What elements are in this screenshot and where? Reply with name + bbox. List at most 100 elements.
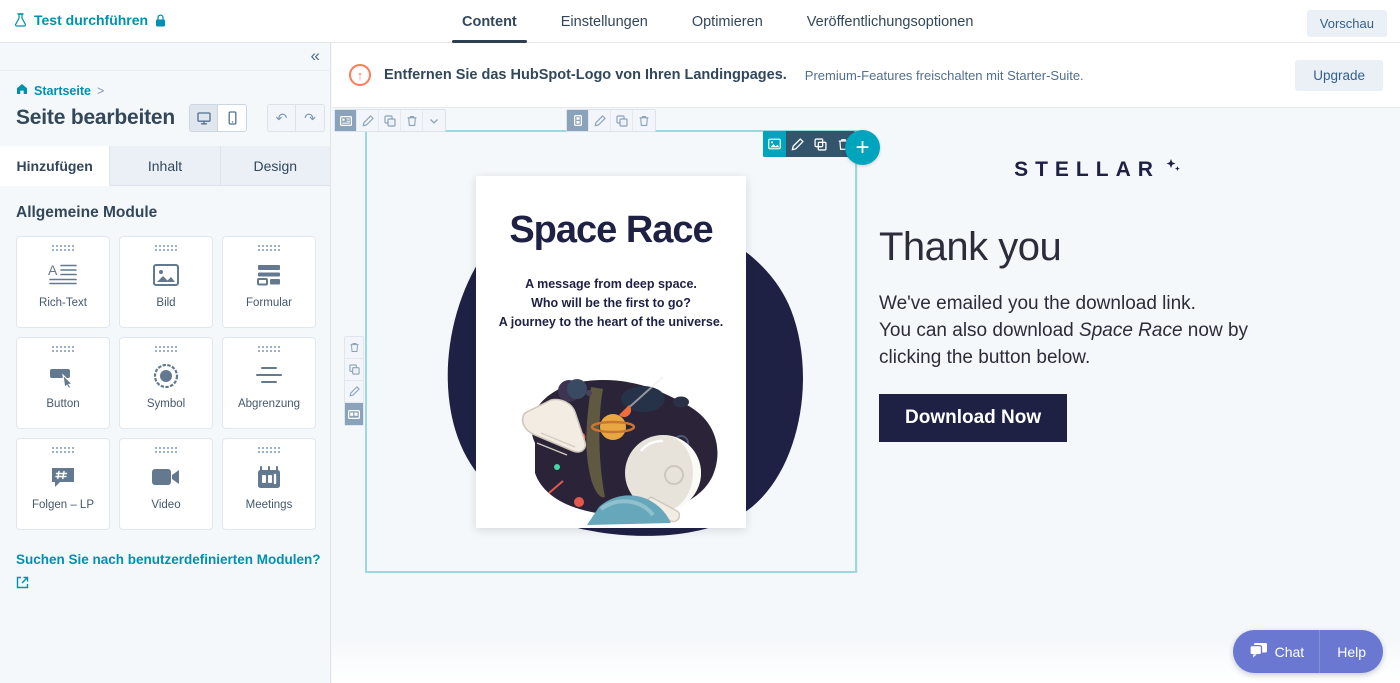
- module-vertical-toolbar: [344, 336, 364, 426]
- page-title-row: Seite bearbeiten ↶ ↷: [0, 98, 330, 132]
- run-test-link[interactable]: Test durchführen: [14, 12, 166, 28]
- drag-handle-icon[interactable]: [258, 346, 280, 352]
- module-label: Video: [151, 499, 181, 511]
- download-now-button[interactable]: Download Now: [879, 393, 1068, 442]
- module-card-bild[interactable]: Bild: [119, 236, 213, 328]
- sidebar-tabs: Hinzufügen Inhalt Design: [0, 146, 330, 186]
- module-label: Formular: [245, 297, 292, 309]
- lock-icon: [155, 13, 166, 27]
- add-module-button[interactable]: +: [845, 130, 880, 165]
- video-icon: [151, 460, 181, 494]
- symbol-icon: [153, 359, 179, 393]
- module-label: Folgen – LP: [31, 499, 94, 511]
- upgrade-button[interactable]: Upgrade: [1295, 60, 1383, 91]
- flask-icon: [14, 13, 27, 27]
- trash-icon[interactable]: [401, 110, 423, 131]
- breadcrumb: Startseite >: [0, 71, 330, 98]
- copy-icon[interactable]: [809, 131, 832, 157]
- section-title-allgemeine-module: Allgemeine Module: [16, 204, 158, 221]
- body-line-2-italic: Space Race: [1079, 319, 1183, 341]
- module-label: Meetings: [245, 499, 293, 511]
- drag-handle-icon[interactable]: [52, 447, 74, 453]
- trash-icon[interactable]: [345, 337, 363, 359]
- edit-pencil-icon[interactable]: [786, 131, 809, 157]
- poster-tagline-1: A message from deep space.: [525, 276, 697, 291]
- drag-handle-icon[interactable]: [52, 245, 74, 251]
- breadcrumb-home-link[interactable]: Startseite: [34, 84, 91, 98]
- redo-icon[interactable]: ↷: [296, 105, 325, 131]
- row-toolbar: [334, 109, 446, 132]
- copy-icon[interactable]: [611, 110, 633, 131]
- custom-modules-link[interactable]: Suchen Sie nach benutzerdefinierten Modu…: [16, 550, 330, 596]
- sidebar-body: Allgemeine Module A Rich-Text Bild Formu…: [0, 186, 330, 530]
- svg-text:A: A: [48, 262, 58, 278]
- drag-handle-icon[interactable]: [155, 447, 177, 453]
- main-area: ↑ Entfernen Sie das HubSpot-Logo von Ihr…: [332, 43, 1400, 683]
- copy-icon[interactable]: [379, 110, 401, 131]
- follow-icon: [50, 460, 76, 494]
- main-tabs: Content Einstellungen Optimieren Veröffe…: [440, 0, 995, 43]
- module-card-video[interactable]: Video: [119, 438, 213, 530]
- module-card-rich-text[interactable]: A Rich-Text: [16, 236, 110, 328]
- help-label: Help: [1337, 643, 1366, 660]
- tab-content[interactable]: Content: [440, 0, 539, 43]
- module-card-abgrenzung[interactable]: Abgrenzung: [222, 337, 316, 429]
- module-card-folgen-lp[interactable]: Folgen – LP: [16, 438, 110, 530]
- tab-optimieren[interactable]: Optimieren: [670, 0, 785, 43]
- drag-handle-icon[interactable]: [258, 447, 280, 453]
- undo-icon[interactable]: ↶: [268, 105, 297, 131]
- trash-icon[interactable]: [633, 110, 655, 131]
- image-module-icon[interactable]: [763, 131, 786, 157]
- edit-pencil-icon[interactable]: [357, 110, 379, 131]
- run-test-label: Test durchführen: [34, 12, 149, 28]
- space-illustration: [491, 347, 731, 532]
- thank-you-body: We've emailed you the download link. You…: [879, 291, 1309, 372]
- desktop-icon[interactable]: [190, 105, 219, 131]
- thank-you-column[interactable]: STELLAR Thank you We've emailed you the …: [857, 130, 1367, 573]
- sidebar-tab-hinzufuegen[interactable]: Hinzufügen: [0, 146, 111, 186]
- drag-handle-icon[interactable]: [155, 346, 177, 352]
- drag-handle-icon[interactable]: [258, 245, 280, 251]
- image-icon: [153, 258, 179, 292]
- help-button[interactable]: Help: [1319, 630, 1383, 673]
- chat-button[interactable]: Chat: [1233, 630, 1320, 673]
- custom-modules-label: Suchen Sie nach benutzerdefinierten Modu…: [16, 552, 321, 567]
- poster-tagline-2: Who will be the first to go?: [531, 295, 691, 310]
- module-card-formular[interactable]: Formular: [222, 236, 316, 328]
- page-row: Space Race A message from deep space. Wh…: [365, 130, 1367, 573]
- divider-icon: [255, 359, 283, 393]
- module-card-button[interactable]: Button: [16, 337, 110, 429]
- tab-einstellungen[interactable]: Einstellungen: [539, 0, 670, 43]
- columns-icon[interactable]: [345, 403, 363, 425]
- hubspot-page-editor: Test durchführen Content Einstellungen O…: [0, 0, 1400, 683]
- module-label: Symbol: [146, 398, 186, 410]
- module-label: Bild: [156, 297, 176, 309]
- edit-pencil-icon[interactable]: [589, 110, 611, 131]
- sparkle-icon: [1162, 158, 1182, 183]
- upgrade-banner: ↑ Entfernen Sie das HubSpot-Logo von Ihr…: [332, 43, 1400, 108]
- sidebar-collapse-row: «: [0, 43, 330, 71]
- preview-button[interactable]: Vorschau: [1306, 10, 1387, 37]
- module-card-meetings[interactable]: Meetings: [222, 438, 316, 530]
- image-module-column[interactable]: Space Race A message from deep space. Wh…: [365, 130, 857, 573]
- row-layout-icon[interactable]: [335, 110, 357, 131]
- top-bar: Test durchführen Content Einstellungen O…: [0, 0, 1400, 43]
- edit-pencil-icon[interactable]: [345, 381, 363, 403]
- column-layout-icon[interactable]: [567, 110, 589, 131]
- drag-handle-icon[interactable]: [52, 346, 74, 352]
- external-link-icon[interactable]: [16, 575, 330, 595]
- tab-veroeffentlichungsoptionen[interactable]: Veröffentlichungsoptionen: [785, 0, 996, 43]
- body-line-1: We've emailed you the download link.: [879, 293, 1196, 314]
- module-card-symbol[interactable]: Symbol: [119, 337, 213, 429]
- copy-icon[interactable]: [345, 359, 363, 381]
- module-label: Button: [46, 398, 80, 410]
- chevron-double-left-icon[interactable]: «: [311, 47, 320, 64]
- chevron-down-icon[interactable]: [423, 110, 445, 131]
- drag-handle-icon[interactable]: [155, 245, 177, 251]
- sidebar-tab-inhalt[interactable]: Inhalt: [110, 146, 221, 185]
- mobile-icon[interactable]: [218, 105, 247, 131]
- chat-widget: Chat Help: [1232, 630, 1383, 673]
- banner-headline: Entfernen Sie das HubSpot-Logo von Ihren…: [384, 67, 787, 83]
- sidebar-tab-design[interactable]: Design: [220, 146, 330, 185]
- editor-canvas: + Space Race A message from deep space. …: [332, 108, 1400, 683]
